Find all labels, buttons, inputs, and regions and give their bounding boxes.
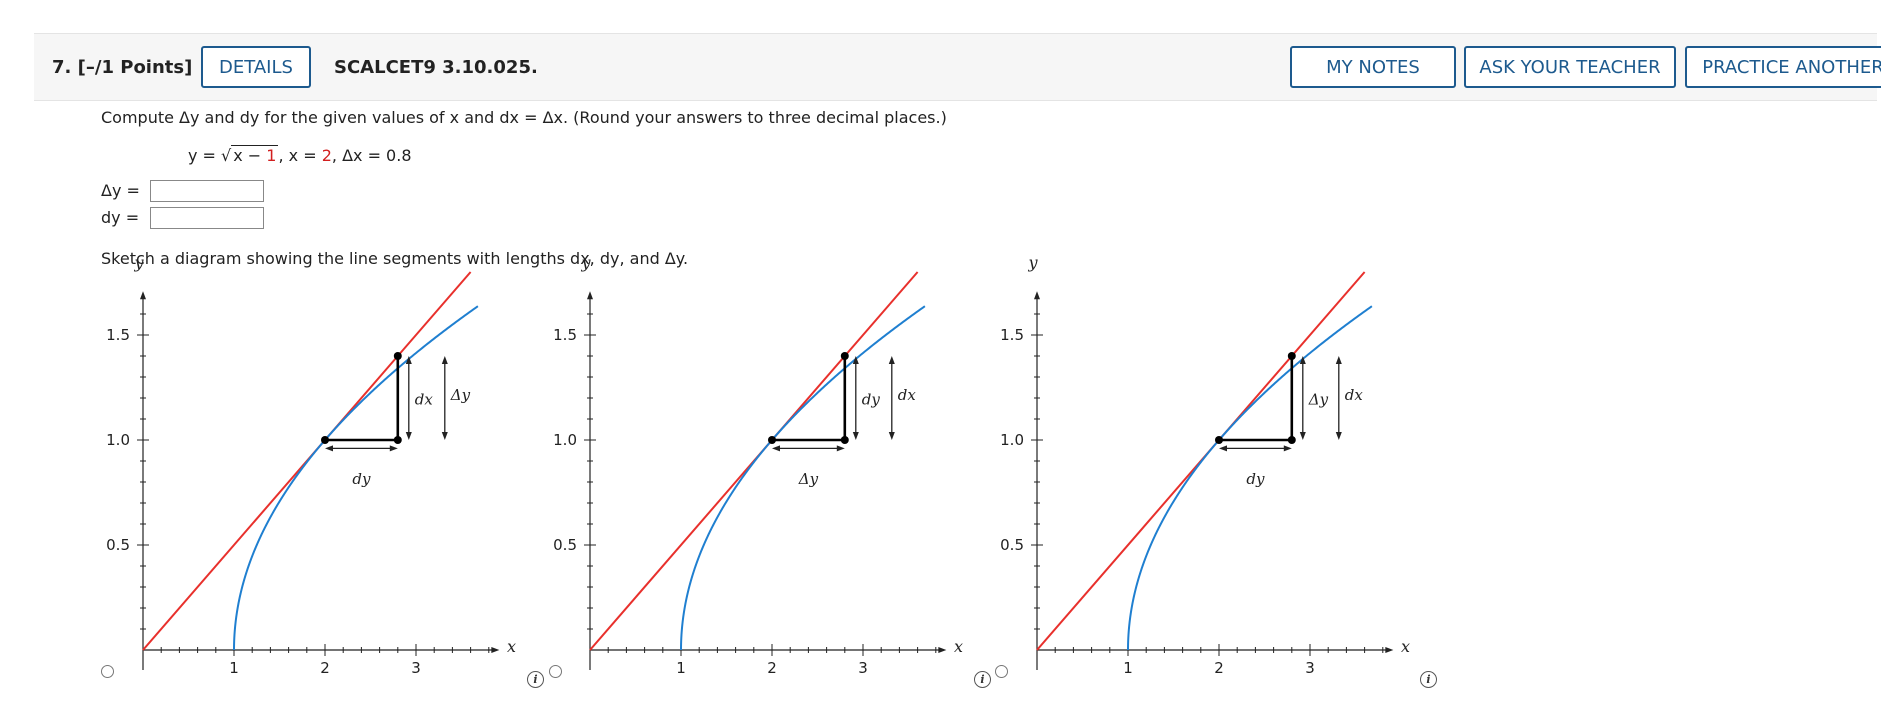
delta-y-label: Δy = [101,181,140,200]
bottom-arrow-head [1219,445,1227,452]
y-axis-label: y [1027,253,1038,272]
segment-label-outer: dx [1345,386,1364,404]
graph-option-2: 1 2 3 0.5 1.0 1.5 x y Δy dy dx [553,253,963,677]
segment-label-inner: dx [415,390,434,408]
question-code: SCALCET9 3.10.025. [334,57,538,78]
segment-label-inner: dy [862,390,881,408]
graph-option-1: 1 2 3 0.5 1.0 1.5 x y dy dx Δy [106,253,516,677]
x-tick-label: 1 [676,659,686,677]
delta-y-input[interactable] [150,180,264,202]
y-axis-arrow [1034,291,1040,300]
ask-teacher-button[interactable]: ASK YOUR TEACHER [1464,46,1676,88]
y-axis-arrow [140,291,146,300]
sketch-prompt: Sketch a diagram showing the line segmen… [101,249,689,268]
y-tick-label: 1.0 [1000,431,1024,449]
inner-arrow-head [405,432,412,440]
info-icon[interactable]: i [974,671,991,688]
info-icon[interactable]: i [527,671,544,688]
point [1287,436,1296,444]
y-axis-label: y [133,253,144,272]
question-prompt: Compute Δy and dy for the given values o… [101,108,947,127]
graph-option-3: 1 2 3 0.5 1.0 1.5 x y dy Δy dx [1000,253,1410,677]
outer-arrow-head [888,432,895,440]
x-axis-arrow [938,647,947,653]
x-axis-label: x [507,637,516,656]
x-axis-label: x [954,637,963,656]
practice-another-button[interactable]: PRACTICE ANOTHER [1685,46,1881,88]
point [840,436,849,444]
outer-arrow-head [441,432,448,440]
outer-arrow-head [888,356,895,364]
y-tick-label: 1.5 [1000,326,1024,344]
point [393,436,402,444]
bottom-arrow-head [772,445,780,452]
my-notes-button[interactable]: MY NOTES [1290,46,1456,88]
dy-input[interactable] [150,207,264,229]
inner-arrow-head [852,432,859,440]
y-tick-label: 1.5 [553,326,577,344]
point [321,436,329,444]
x-tick-label: 2 [767,659,777,677]
y-tick-label: 1.0 [553,431,577,449]
y-tick-label: 0.5 [553,536,577,554]
y-tick-label: 1.0 [106,431,130,449]
x-tick-label: 2 [320,659,330,677]
x-axis-arrow [491,647,500,653]
segment-label-inner: Δy [1308,390,1329,408]
point [768,436,776,444]
segment-label-bottom: dy [1246,470,1265,488]
bottom-arrow-head [836,445,845,452]
bottom-arrow-head [1283,445,1292,452]
bottom-arrow-head [325,445,333,452]
point [393,352,402,360]
x-axis-arrow [1385,647,1394,653]
dy-row: dy = [101,208,149,227]
segment-label-outer: dx [898,386,917,404]
y-tick-label: 1.5 [106,326,130,344]
outer-arrow-head [1335,356,1342,364]
bottom-arrow-head [389,445,398,452]
y-tick-label: 0.5 [1000,536,1024,554]
x-axis-label: x [1401,637,1410,656]
segment-label-bottom: dy [352,470,371,488]
details-button[interactable]: DETAILS [201,46,311,88]
segment-label-bottom: Δy [798,470,819,488]
dy-label: dy = [101,208,140,227]
y-tick-label: 0.5 [106,536,130,554]
x-tick-label: 3 [1305,659,1315,677]
outer-arrow-head [441,356,448,364]
point [1215,436,1223,444]
y-axis-arrow [587,291,593,300]
inner-arrow-head [1299,432,1306,440]
question-header: 7. [–/1 Points] DETAILS SCALCET9 3.10.02… [34,33,1881,101]
point [1287,352,1296,360]
x-tick-label: 3 [411,659,421,677]
delta-y-row: Δy = [101,181,149,200]
given-equation: y = √ x − 1, x = 2, Δx = 0.8 [188,145,412,165]
point [840,352,849,360]
question-number: 7. [–/1 Points] [52,57,193,78]
outer-arrow-head [1335,432,1342,440]
x-tick-label: 1 [229,659,239,677]
x-tick-label: 2 [1214,659,1224,677]
x-tick-label: 1 [1123,659,1133,677]
segment-label-outer: Δy [450,386,471,404]
info-icon[interactable]: i [1420,671,1437,688]
x-tick-label: 3 [858,659,868,677]
y-axis-label: y [580,253,591,272]
